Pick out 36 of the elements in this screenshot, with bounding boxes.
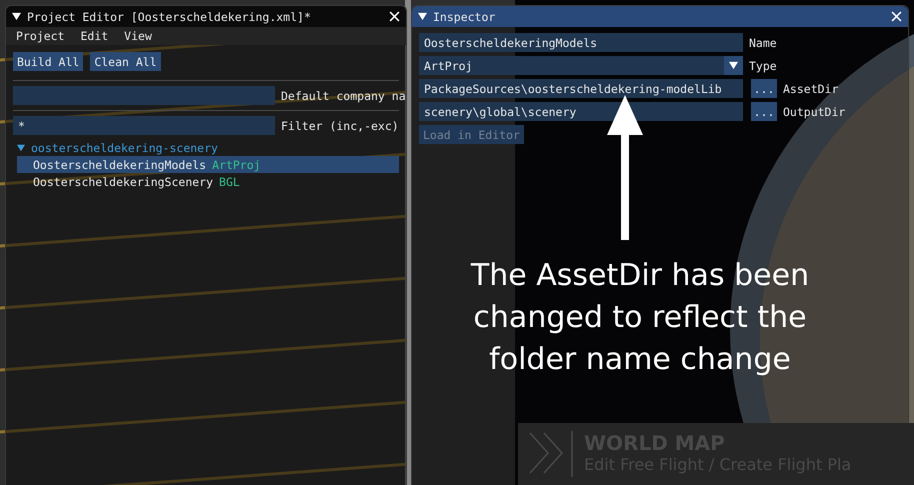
project-type: BGL <box>219 174 240 188</box>
company-name-field[interactable] <box>13 86 275 105</box>
close-icon[interactable] <box>389 11 400 22</box>
annotation-text: The AssetDir has been changed to reflect the folder name change <box>470 257 810 379</box>
toolbar-button[interactable]: Build All <box>13 52 84 71</box>
menu-item[interactable]: Edit <box>80 29 108 43</box>
field-label: Default company na <box>281 88 406 102</box>
chevron-icon <box>528 431 574 477</box>
project-name: OosterscheldekeringScenery <box>33 174 214 188</box>
tree-node[interactable]: oosterscheldekering-scenery <box>17 139 399 156</box>
field-label: Name <box>749 36 777 50</box>
project-name: OosterscheldekeringModels <box>33 158 206 172</box>
collapse-triangle-icon[interactable] <box>418 12 427 21</box>
menu-item[interactable]: View <box>124 29 152 43</box>
field-label: Type <box>749 58 777 72</box>
name-field[interactable]: OosterscheldekeringModels <box>419 33 743 52</box>
browse-button[interactable]: ... <box>751 79 777 98</box>
collapse-triangle-icon[interactable] <box>12 12 21 21</box>
field-label: OutputDir <box>783 104 846 118</box>
expand-triangle-icon[interactable] <box>17 144 25 152</box>
tree-item[interactable]: OosterscheldekeringScenery BGL <box>17 173 399 190</box>
tree-item[interactable]: OosterscheldekeringModels ArtProj <box>17 156 399 173</box>
menu-item[interactable]: Project <box>16 29 64 43</box>
tree-node-label: oosterscheldekering-scenery <box>31 140 218 154</box>
project-type: ArtProj <box>212 158 261 172</box>
path-field[interactable]: scenery\global\scenery <box>419 102 743 121</box>
close-icon[interactable] <box>891 11 902 22</box>
toolbar-button[interactable]: Clean All <box>90 52 161 71</box>
field-label: AssetDir <box>783 82 838 96</box>
browse-button[interactable]: ... <box>751 102 777 121</box>
path-field[interactable]: PackageSources\oosterscheldekering-modelLib <box>419 79 743 98</box>
filter-field[interactable]: * <box>13 116 275 135</box>
field-label: Filter (inc,-exc) <box>281 118 399 132</box>
dropdown-arrow-icon <box>729 61 738 70</box>
window-title: Project Editor [Oosterscheldekering.xml]* <box>27 10 312 24</box>
window-title: Inspector <box>433 10 496 24</box>
